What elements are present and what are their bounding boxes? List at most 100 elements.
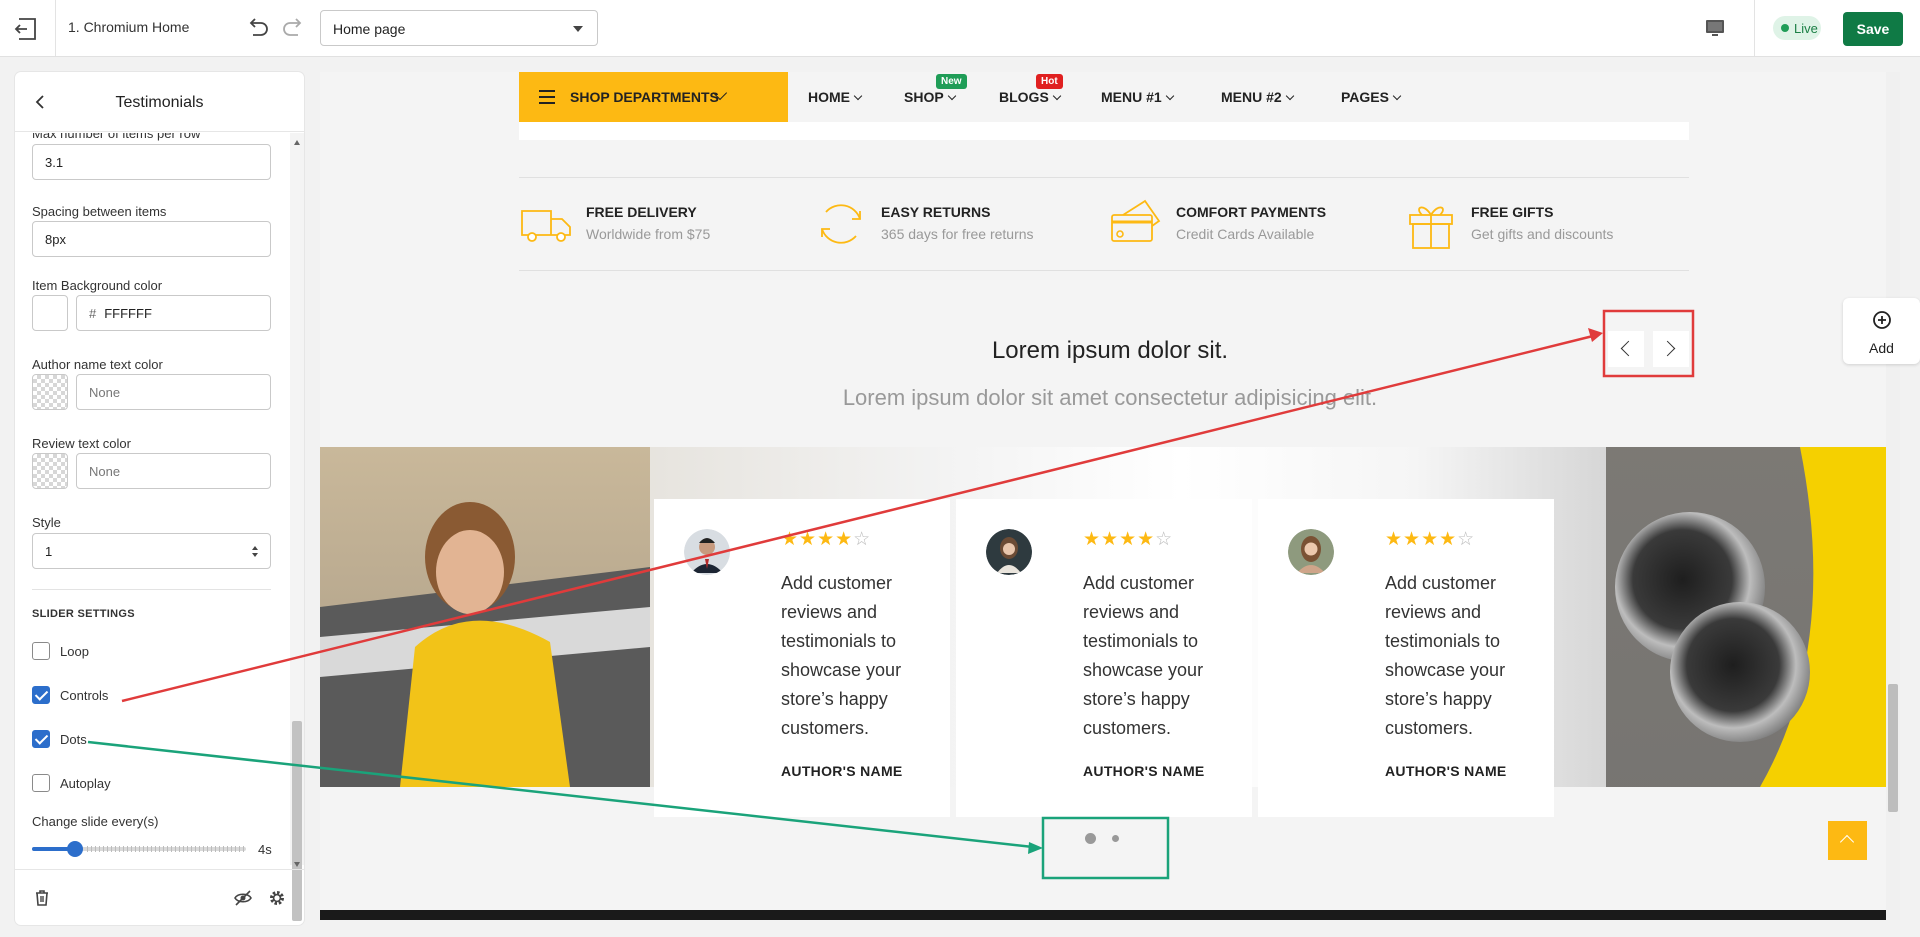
panel-scrollbar[interactable] xyxy=(290,133,304,921)
new-badge: New xyxy=(936,74,967,89)
style-value: 1 xyxy=(45,544,53,559)
truck-icon xyxy=(521,210,571,242)
chevron-down-icon xyxy=(1392,91,1402,101)
loop-checkbox[interactable] xyxy=(32,642,50,660)
trash-icon[interactable] xyxy=(32,888,52,908)
bg-color-swatch[interactable] xyxy=(32,295,68,331)
review-text: Add customer reviews and testimonials to… xyxy=(781,573,902,738)
footer-strip xyxy=(320,910,1886,920)
status-dot xyxy=(1781,24,1789,32)
chevron-up-icon xyxy=(252,546,258,550)
save-button[interactable]: Save xyxy=(1843,12,1903,46)
chevron-down-icon xyxy=(573,26,583,32)
chevron-down-icon xyxy=(853,91,863,101)
live-label: Live xyxy=(1794,21,1818,36)
feature-title: FREE DELIVERY xyxy=(586,204,697,220)
nav-item-pages[interactable]: PAGES xyxy=(1341,89,1402,105)
review-color-input[interactable]: None xyxy=(76,453,271,489)
avatar xyxy=(1288,529,1334,575)
feature-title: FREE GIFTS xyxy=(1471,204,1554,220)
scroll-down-icon[interactable] xyxy=(294,862,300,867)
testimonial-card: ★★★★☆ Add customer reviews and testimoni… xyxy=(1258,499,1554,817)
slider-prev-button[interactable] xyxy=(1608,331,1644,367)
author-name: AUTHOR'S NAME xyxy=(1385,763,1507,779)
chevron-down-icon xyxy=(1285,91,1294,101)
testimonial-card: ★★★★☆ Add customer reviews and testimoni… xyxy=(654,499,950,817)
slider-dot[interactable] xyxy=(1112,835,1119,842)
nav-item-menu-1[interactable]: MENU #1 xyxy=(1101,89,1174,105)
panel-footer xyxy=(15,869,304,925)
slider-handle[interactable] xyxy=(66,841,83,857)
chevron-right-icon xyxy=(1659,340,1676,357)
author-color-input[interactable]: None xyxy=(76,374,271,410)
separator xyxy=(55,0,56,56)
divider xyxy=(519,177,1689,178)
store-navigation: SHOP DEPARTMENTS HOME SHOP New BLOGS Hot… xyxy=(519,72,1689,122)
nav-item-blogs[interactable]: BLOGS xyxy=(999,89,1062,105)
review-color-swatch[interactable] xyxy=(32,453,68,489)
hamburger-icon xyxy=(539,90,555,104)
nav-item-menu-2[interactable]: MENU #2 xyxy=(1221,89,1294,105)
scroll-up-icon[interactable] xyxy=(294,140,300,145)
gear-icon[interactable] xyxy=(267,888,287,908)
feature-subtitle: Worldwide from $75 xyxy=(586,226,711,242)
plus-circle-icon xyxy=(1873,311,1891,329)
dots-checkbox[interactable] xyxy=(32,730,50,748)
back-to-top-button[interactable] xyxy=(1828,821,1867,860)
spacing-input[interactable]: 8px xyxy=(32,221,271,257)
change-slide-value: 4s xyxy=(258,842,272,857)
author-color-label: Author name text color xyxy=(32,357,163,372)
slider-next-button[interactable] xyxy=(1653,331,1689,367)
shop-departments-button[interactable]: SHOP DEPARTMENTS xyxy=(519,72,788,122)
panel-title: Testimonials xyxy=(115,94,204,111)
returns-icon xyxy=(821,204,861,244)
page-select-value: Home page xyxy=(333,21,406,37)
chevron-left-icon xyxy=(1620,340,1637,357)
max-items-input[interactable]: 3.1 xyxy=(32,144,271,180)
controls-checkbox[interactable] xyxy=(32,686,50,704)
review-color-label: Review text color xyxy=(32,436,131,451)
panel-header: Testimonials xyxy=(15,72,304,132)
separator xyxy=(1754,0,1755,56)
nav-label: MENU #1 xyxy=(1101,89,1162,105)
nav-item-shop[interactable]: SHOP xyxy=(904,89,956,105)
slider-settings-heading: SLIDER SETTINGS xyxy=(32,608,135,620)
section-subheading: Lorem ipsum dolor sit amet consectetur a… xyxy=(842,385,1378,410)
add-section-button[interactable]: Add xyxy=(1843,298,1920,364)
slider-dot-active[interactable] xyxy=(1085,833,1096,844)
nav-item-home[interactable]: HOME xyxy=(808,89,863,105)
star-icon: ★★★★ xyxy=(1385,529,1458,550)
style-label: Style xyxy=(32,515,61,530)
theme-title: 1. Chromium Home xyxy=(68,19,190,35)
add-label: Add xyxy=(1869,340,1894,356)
canvas-scrollbar[interactable] xyxy=(1886,72,1900,920)
canvas-scroll-thumb[interactable] xyxy=(1888,684,1898,812)
chevron-down-icon xyxy=(1052,91,1062,101)
star-empty-icon: ☆ xyxy=(1457,529,1476,550)
style-select[interactable]: 1 xyxy=(32,533,271,569)
nav-label: PAGES xyxy=(1341,89,1389,105)
rating-stars: ★★★★☆ xyxy=(1385,528,1475,551)
nav-label: MENU #2 xyxy=(1221,89,1282,105)
change-slide-label: Change slide every(s) xyxy=(32,814,159,829)
dots-label: Dots xyxy=(60,732,87,747)
bg-color-label: Item Background color xyxy=(32,278,163,293)
desktop-icon[interactable] xyxy=(1704,17,1726,39)
chevron-down-icon xyxy=(1165,91,1174,101)
feature-easy-returns: EASY RETURNS 365 days for free returns xyxy=(814,197,1094,253)
author-color-swatch[interactable] xyxy=(32,374,68,410)
feature-title: COMFORT PAYMENTS xyxy=(1176,204,1327,220)
nav-label: BLOGS xyxy=(999,89,1049,105)
slider-ticks xyxy=(87,846,246,852)
redo-icon[interactable] xyxy=(281,15,307,41)
page-select[interactable]: Home page xyxy=(320,10,598,46)
exit-icon[interactable] xyxy=(14,16,40,42)
feature-title: EASY RETURNS xyxy=(881,204,991,220)
chevron-up-icon xyxy=(1839,834,1855,850)
eye-off-icon[interactable] xyxy=(233,888,253,908)
divider xyxy=(32,589,271,590)
bg-color-input[interactable]: # FFFFFF xyxy=(76,295,271,331)
nav-label: SHOP xyxy=(904,89,944,105)
undo-icon[interactable] xyxy=(244,15,270,41)
autoplay-checkbox[interactable] xyxy=(32,774,50,792)
